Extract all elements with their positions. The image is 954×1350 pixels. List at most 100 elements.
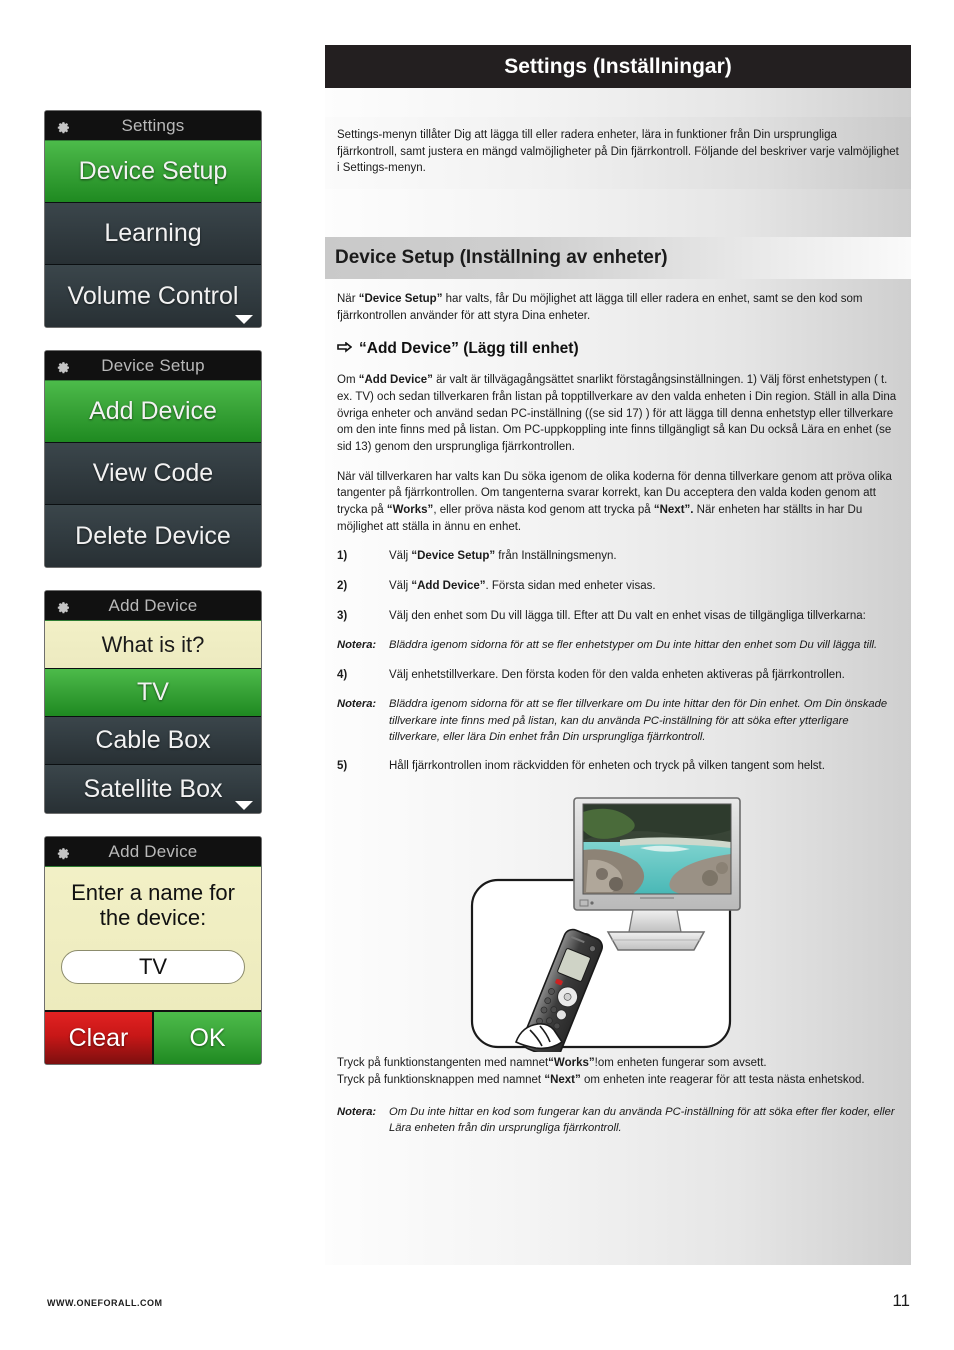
closing-line-2: Tryck på funktionsknappen med namnet “Ne… [337, 1072, 899, 1089]
para1-bold: “Device Setup” [358, 293, 443, 305]
step-text: Välj “Add Device”. Första sidan med enhe… [389, 578, 899, 595]
subheading-add-device: “Add Device” (Lägg till enhet) [337, 340, 899, 358]
screen-row-tv[interactable]: TV [45, 669, 261, 717]
row-label: TV [137, 678, 169, 706]
gear-icon [55, 844, 70, 859]
step-item: 1) Välj “Device Setup” från Inställnings… [337, 548, 899, 565]
page-title: Settings (Inställningar) [504, 54, 732, 78]
step-item: 3) Välj den enhet som Du vill lägga till… [337, 608, 899, 625]
note-text: Bläddra igenom sidorna för att se fler e… [389, 639, 878, 652]
screen-row-what-is-it: What is it? [45, 621, 261, 669]
illustration-svg [470, 797, 741, 1059]
row-label: Device Setup [78, 157, 228, 185]
device-screen-device-setup: Device Setup Add Device View Code Delete… [44, 350, 262, 568]
step-number: 5) [337, 760, 348, 773]
note-text: Bläddra igenom sidorna för att se fler t… [389, 698, 888, 743]
step-text: Välj enhetstillverkare. Den första koden… [389, 668, 845, 681]
screen-title: Settings [121, 115, 185, 135]
screen-row-volume-control[interactable]: Volume Control [45, 265, 261, 327]
para1-pre: När [337, 293, 359, 305]
step-pre: Välj [389, 550, 412, 563]
step-number: 4) [337, 668, 348, 681]
ok-button[interactable]: OK [152, 1012, 261, 1065]
screen-title: Add Device [108, 595, 198, 615]
screen-row-cable-box[interactable]: Cable Box [45, 717, 261, 765]
device-screen-column: Settings Device Setup Learning Volume Co… [44, 110, 262, 1087]
intro-text: Settings-menyn tillåter Dig att lägga ti… [337, 129, 899, 175]
closing2-post: om enheten inte reagerar för att testa n… [580, 1074, 865, 1087]
closing-block: Tryck på funktionstangenten med namnet“W… [337, 1055, 899, 1149]
screen-row-learning[interactable]: Learning [45, 203, 261, 265]
closing2-bold: “Next” [544, 1074, 581, 1087]
step-text: Välj “Device Setup” från Inställningsmen… [389, 548, 899, 565]
step-post: . Första sidan med enheter visas. [485, 580, 656, 593]
para2-pre: Om [337, 374, 359, 387]
para3-mid: , eller pröva nästa kod genom att trycka… [433, 504, 654, 517]
row-label: Satellite Box [83, 774, 223, 803]
row-label: Add Device [89, 397, 217, 425]
note-label: Notera: [337, 1105, 377, 1118]
screen-row-delete-device[interactable]: Delete Device [45, 505, 261, 567]
step-number: 3) [337, 609, 348, 622]
page-title-bar: Settings (Inställningar) [325, 45, 911, 88]
device-screen-add-device-list: Add Device What is it? TV Cable Box Sate… [44, 590, 262, 814]
row-label: What is it? [101, 631, 205, 657]
screen-row-view-code[interactable]: View Code [45, 443, 261, 505]
row-label: Delete Device [75, 521, 231, 550]
step-item: 2) Välj “Add Device”. Första sidan med e… [337, 578, 899, 595]
closing-line-1: Tryck på funktionstangenten med namnet“W… [337, 1055, 899, 1072]
note-item: Notera: Bläddra igenom sidorna för att s… [337, 637, 899, 653]
row-label: Volume Control [67, 281, 239, 310]
content-column: Settings (Inställningar) Settings-menyn … [325, 45, 911, 1265]
step-item: 4) Välj enhetstillverkare. Den första ko… [337, 667, 899, 684]
section-header: Device Setup (Inställning av enheter) [325, 237, 911, 279]
screen-header-settings: Settings [45, 111, 261, 141]
name-prompt-line1: Enter a name for [71, 880, 235, 905]
device-screen-settings: Settings Device Setup Learning Volume Co… [44, 110, 262, 328]
clear-button[interactable]: Clear [45, 1012, 152, 1065]
footer-url[interactable]: WWW.ONEFORALL.COM [47, 1298, 162, 1308]
para2-bold: “Add Device” [358, 374, 433, 387]
gear-icon [55, 598, 70, 613]
para3-bold1: “Works” [386, 504, 434, 517]
screen-row-device-setup[interactable]: Device Setup [45, 141, 261, 203]
section-title: Device Setup (Inställning av enheter) [335, 247, 668, 268]
closing2-pre: Tryck på funktionsknappen med namnet [337, 1074, 545, 1087]
body-text: När “Device Setup” har valts, får Du möj… [325, 291, 911, 788]
paragraph-code-search: När väl tillverkaren har valts kan Du sö… [337, 469, 899, 536]
step-text: Välj den enhet som Du vill lägga till. E… [389, 609, 866, 622]
subheading-text: “Add Device” (Lägg till enhet) [359, 340, 579, 358]
para3-bold2: “Next”. [653, 504, 694, 517]
screen-title: Add Device [108, 841, 198, 861]
chevron-down-icon[interactable] [235, 315, 253, 324]
name-entry-buttons: Clear OK [45, 1010, 261, 1065]
device-screen-name-entry: Add Device Enter a name for the device: … [44, 836, 262, 1066]
intro-block: Settings-menyn tillåter Dig att lägga ti… [325, 117, 911, 190]
screen-row-satellite-box[interactable]: Satellite Box [45, 765, 261, 813]
manual-page: Settings Device Setup Learning Volume Co… [0, 0, 954, 1350]
gear-icon [55, 118, 70, 133]
page-number: 11 [892, 1291, 910, 1310]
screen-row-add-device[interactable]: Add Device [45, 381, 261, 443]
screen-title: Device Setup [101, 355, 205, 375]
step-number: 2) [337, 580, 348, 593]
clear-label: Clear [68, 1023, 129, 1052]
screen-header-add-device-name: Add Device [45, 837, 261, 867]
name-prompt: Enter a name for the device: [57, 880, 249, 930]
illustration-tv-and-remote [470, 790, 770, 1059]
paragraph-add-device-overview: Om “Add Device” är valt är tillvägagångs… [337, 372, 899, 455]
pointer-flag-icon [337, 342, 352, 354]
name-prompt-line2: the device: [99, 904, 207, 930]
closing1-bold: “Works” [548, 1057, 595, 1069]
paragraph-device-setup: När “Device Setup” har valts, får Du möj… [337, 291, 899, 324]
note-label: Notera: [337, 639, 377, 652]
device-name-value: TV [138, 954, 168, 980]
chevron-down-icon[interactable] [235, 801, 253, 810]
row-label: Learning [104, 219, 202, 247]
device-name-input[interactable]: TV [61, 950, 245, 985]
step-bold: “Add Device” [411, 580, 486, 593]
step-number: 1) [337, 550, 348, 563]
name-entry-panel: Enter a name for the device: TV [45, 867, 261, 1011]
row-label: Cable Box [95, 726, 211, 754]
row-label: View Code [92, 459, 214, 487]
